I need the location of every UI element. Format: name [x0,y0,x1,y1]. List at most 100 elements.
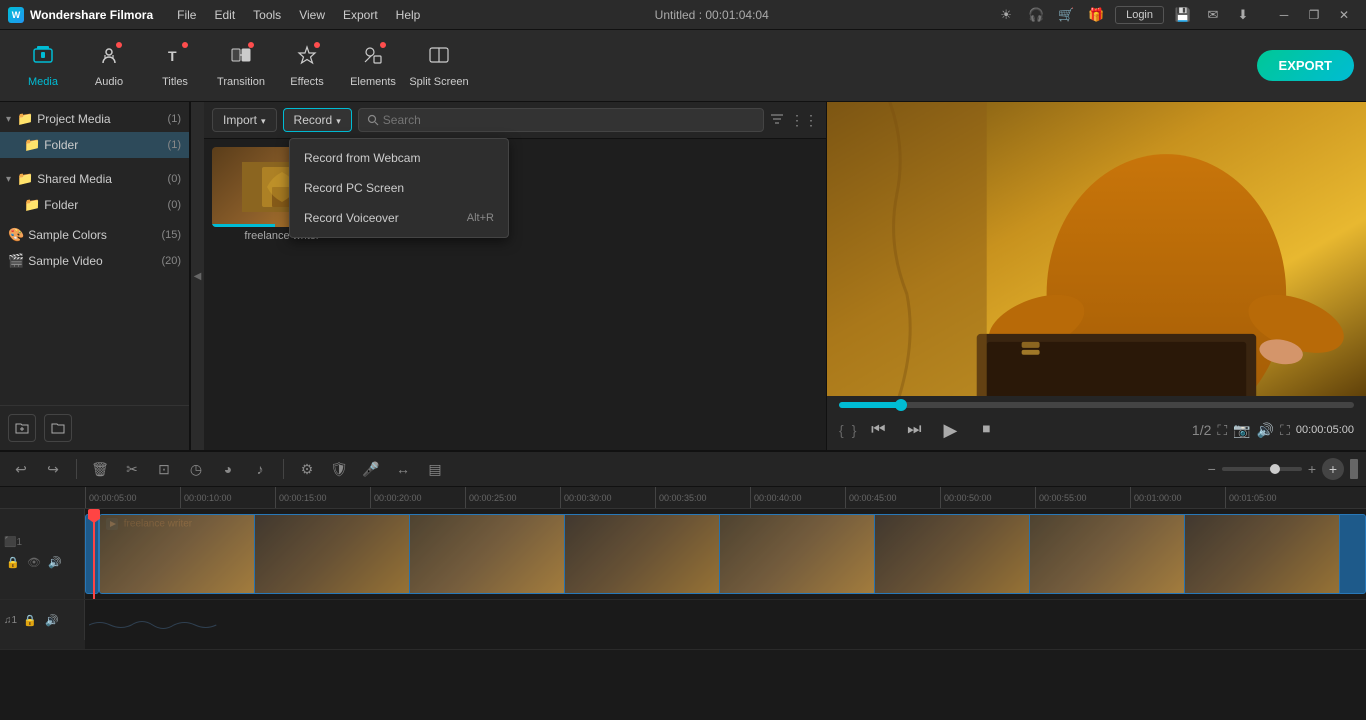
audio-button[interactable]: ♪ [247,456,273,482]
step-back-button[interactable]: ⏭ [900,416,928,444]
caption-button[interactable]: ▤ [422,456,448,482]
toolbar-media[interactable]: Media [12,35,74,97]
menu-view[interactable]: View [291,4,333,26]
gift-icon[interactable]: 🎁 [1085,4,1107,26]
motion-button[interactable]: ↔ [390,456,416,482]
svg-text:T: T [168,48,177,64]
mic-button[interactable]: 🎤 [358,456,384,482]
sidebar-sample-video[interactable]: 🎬 Sample Video (20) [0,248,189,274]
titles-icon: T [164,44,186,72]
settings-button[interactable]: ⚙ [294,456,320,482]
menu-edit[interactable]: Edit [206,4,243,26]
record-webcam-item[interactable]: Record from Webcam [290,143,508,173]
login-button[interactable]: Login [1115,6,1164,24]
snapshot-icon[interactable]: 📷 [1233,422,1250,439]
color-button[interactable]: ◕ [215,456,241,482]
ruler-mark-3: 00:00:20:00 [370,487,465,509]
sidebar-footer [0,405,189,450]
clip-thumb-8 [1185,515,1340,593]
record-button[interactable]: Record [283,108,352,132]
menu-tools[interactable]: Tools [245,4,289,26]
sidebar-project-media[interactable]: 📁 Project Media (1) [0,106,189,132]
sidebar-folder-2[interactable]: 📁 Folder (0) [0,192,189,218]
grid-icon[interactable]: ⋮⋮ [790,112,818,129]
sample-colors-label: Sample Colors [28,228,157,242]
toolbar-split-screen[interactable]: Split Screen [408,35,470,97]
sidebar-folder-1[interactable]: 📁 Folder (1) [0,132,189,158]
tl-sep-2 [283,459,284,479]
sun-icon[interactable]: ☀ [995,4,1017,26]
undo-button[interactable]: ↩ [8,456,34,482]
track-eye-button[interactable]: 👁 [25,554,43,572]
ruler-marks: 00:00:05:00 00:00:10:00 00:00:15:00 00:0… [85,487,1320,509]
track-speaker-button[interactable]: 🔊 [46,554,64,572]
speed-button[interactable]: ◷ [183,456,209,482]
filter-icon[interactable] [770,112,784,129]
media-toolbar: Import Record ⋮⋮ [204,102,826,139]
add-track-button[interactable]: + [1322,458,1344,480]
ruler-mark-6: 00:00:35:00 [655,487,750,509]
toolbar-audio-label: Audio [95,76,123,88]
export-button[interactable]: EXPORT [1257,50,1354,81]
play-button[interactable]: ▶ [936,416,964,444]
search-input[interactable] [383,113,755,127]
skip-back-button[interactable]: ⏮ [864,416,892,444]
download-icon[interactable]: ⬇ [1232,4,1254,26]
transition-icon [230,44,252,72]
zoom-in-icon[interactable]: + [1308,461,1316,477]
toolbar-transition[interactable]: Transition [210,35,272,97]
toolbar-transition-label: Transition [217,76,265,88]
shield-button[interactable]: 🛡 [326,456,352,482]
record-voiceover-item[interactable]: Record Voiceover Alt+R [290,203,508,233]
zoom-out-icon[interactable]: − [1208,461,1216,477]
close-button[interactable]: ✕ [1330,4,1358,26]
menu-help[interactable]: Help [388,4,429,26]
audio-speaker-button[interactable]: 🔊 [43,611,61,629]
add-folder-button[interactable] [8,414,36,442]
video-clip[interactable]: freelance writer [99,514,1366,594]
sidebar-collapse[interactable]: ◀ [190,102,204,450]
ruler-mark-8: 00:00:45:00 [845,487,940,509]
delete-button[interactable]: 🗑 [87,456,113,482]
stop-button[interactable]: ⏹ [972,416,1000,444]
folder-2-count: (0) [168,199,181,211]
redo-button[interactable]: ↪ [40,456,66,482]
main-toolbar: Media Audio T Titles [0,30,1366,102]
sidebar-sample-colors[interactable]: 🎨 Sample Colors (15) [0,222,189,248]
sidebar-shared-media[interactable]: 📁 Shared Media (0) [0,166,189,192]
minimize-button[interactable]: ─ [1270,4,1298,26]
shared-media-label: Shared Media [37,172,163,186]
toolbar-media-label: Media [28,76,58,88]
mail-icon[interactable]: ✉ [1202,4,1224,26]
record-screen-item[interactable]: Record PC Screen [290,173,508,203]
maximize-button[interactable]: ❐ [1300,4,1328,26]
toolbar-effects[interactable]: Effects [276,35,338,97]
fit-icon[interactable]: ⛶ [1280,422,1290,439]
toolbar-audio[interactable]: Audio [78,35,140,97]
titles-badge [182,42,188,48]
ruler-mark-5: 00:00:30:00 [560,487,655,509]
save-icon[interactable]: 💾 [1172,4,1194,26]
cut-button[interactable]: ✂ [119,456,145,482]
search-icon [367,114,379,126]
progress-track[interactable] [839,402,1354,408]
import-button[interactable]: Import [212,108,277,132]
elements-icon [362,44,384,72]
toolbar-titles[interactable]: T Titles [144,35,206,97]
waveform-svg [89,610,1362,640]
project-media-label: Project Media [37,112,163,126]
fullscreen-icon[interactable]: ⛶ [1217,422,1227,439]
menu-file[interactable]: File [169,4,204,26]
menu-export[interactable]: Export [335,4,386,26]
cart-icon[interactable]: 🛒 [1055,4,1077,26]
progress-fill [839,402,901,408]
split-screen-icon [428,44,450,72]
folder-button[interactable] [44,414,72,442]
audio-lock-button[interactable]: 🔒 [21,611,39,629]
volume-icon[interactable]: 🔊 [1257,422,1274,439]
toolbar-elements[interactable]: Elements [342,35,404,97]
crop-button[interactable]: ⊡ [151,456,177,482]
zoom-slider[interactable] [1222,467,1302,471]
headphones-icon[interactable]: 🎧 [1025,4,1047,26]
track-lock-button[interactable]: 🔒 [4,554,22,572]
